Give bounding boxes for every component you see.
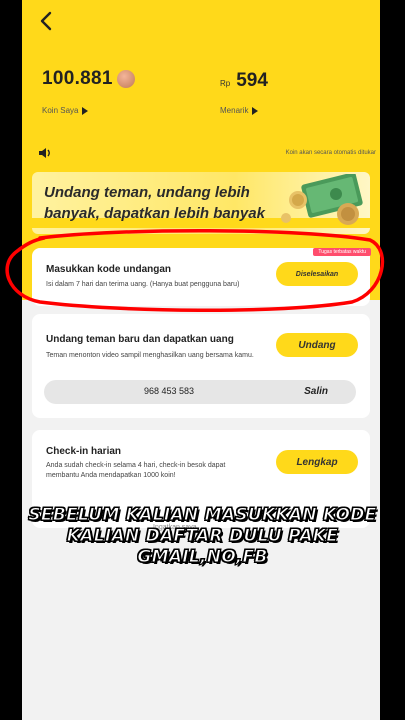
- invite-banner[interactable]: Undang teman, undang lebih banyak, dapat…: [32, 172, 370, 234]
- money-coins-icon: [281, 174, 363, 225]
- arrow-right-icon: [82, 106, 89, 115]
- caption-line-2: KALIAN DAFTAR DULU PAKE: [66, 526, 339, 547]
- cash-balance-value: 594: [236, 70, 268, 91]
- completed-button[interactable]: Diselesaikan: [276, 262, 358, 286]
- checkin-desc: Anda sudah check-in selama 4 hari, check…: [46, 462, 226, 479]
- invite-friends-card: Undang teman baru dan dapatkan uang Tema…: [32, 314, 370, 418]
- withdraw-link[interactable]: Menarik: [220, 106, 259, 115]
- app-screen: 100.881 Koin Saya Rp 594 Menarik Koin ak…: [22, 0, 380, 720]
- speaker-icon: [39, 148, 50, 158]
- coin-balance: 100.881: [42, 68, 135, 90]
- coin-balance-value: 100.881: [42, 68, 113, 89]
- invite-code-title: Masukkan kode undangan: [46, 264, 172, 275]
- checkin-button[interactable]: Lengkap: [276, 450, 358, 474]
- notice-text: Koin akan secara otomatis ditukar: [285, 150, 376, 156]
- banner-line-2: banyak, dapatkan lebih banyak: [44, 205, 265, 222]
- checkin-title: Check-in harian: [46, 446, 122, 457]
- caption-line-1: SEBELUM KALIAN MASUKKAN KODE: [28, 505, 377, 526]
- cash-balance: Rp 594: [220, 70, 268, 92]
- time-limited-badge: Tugas terbatas waktu: [313, 248, 371, 256]
- arrow-right-icon: [252, 106, 259, 115]
- copy-button[interactable]: Salin: [304, 386, 328, 397]
- my-coins-link[interactable]: Koin Saya: [42, 106, 89, 115]
- referral-code-row: 968 453 583 Salin: [44, 380, 356, 404]
- coin-icon: [116, 70, 135, 88]
- caption-line-3: GMAIL,NO,FB: [137, 547, 268, 568]
- referral-code: 968 453 583: [143, 386, 195, 396]
- notice-bar: Koin akan secara otomatis ditukar: [32, 141, 380, 165]
- invite-code-card: Masukkan kode undangan Isi dalam 7 hari …: [32, 248, 370, 306]
- withdraw-label: Menarik: [220, 106, 249, 115]
- currency-label: Rp: [220, 79, 231, 88]
- overlay-caption: SEBELUM KALIAN MASUKKAN KODE KALIAN DAFT…: [0, 505, 405, 568]
- invite-friends-title: Undang teman baru dan dapatkan uang: [46, 334, 234, 345]
- invite-button[interactable]: Undang: [276, 333, 358, 357]
- banner-line-1: Undang teman, undang lebih: [44, 184, 250, 201]
- my-coins-label: Koin Saya: [42, 106, 79, 115]
- invite-code-desc: Isi dalam 7 hari dan terima uang. (Hanya…: [46, 281, 240, 288]
- back-icon[interactable]: [36, 10, 58, 32]
- invite-friends-desc: Teman menonton video sampil menghasilkan…: [46, 352, 254, 359]
